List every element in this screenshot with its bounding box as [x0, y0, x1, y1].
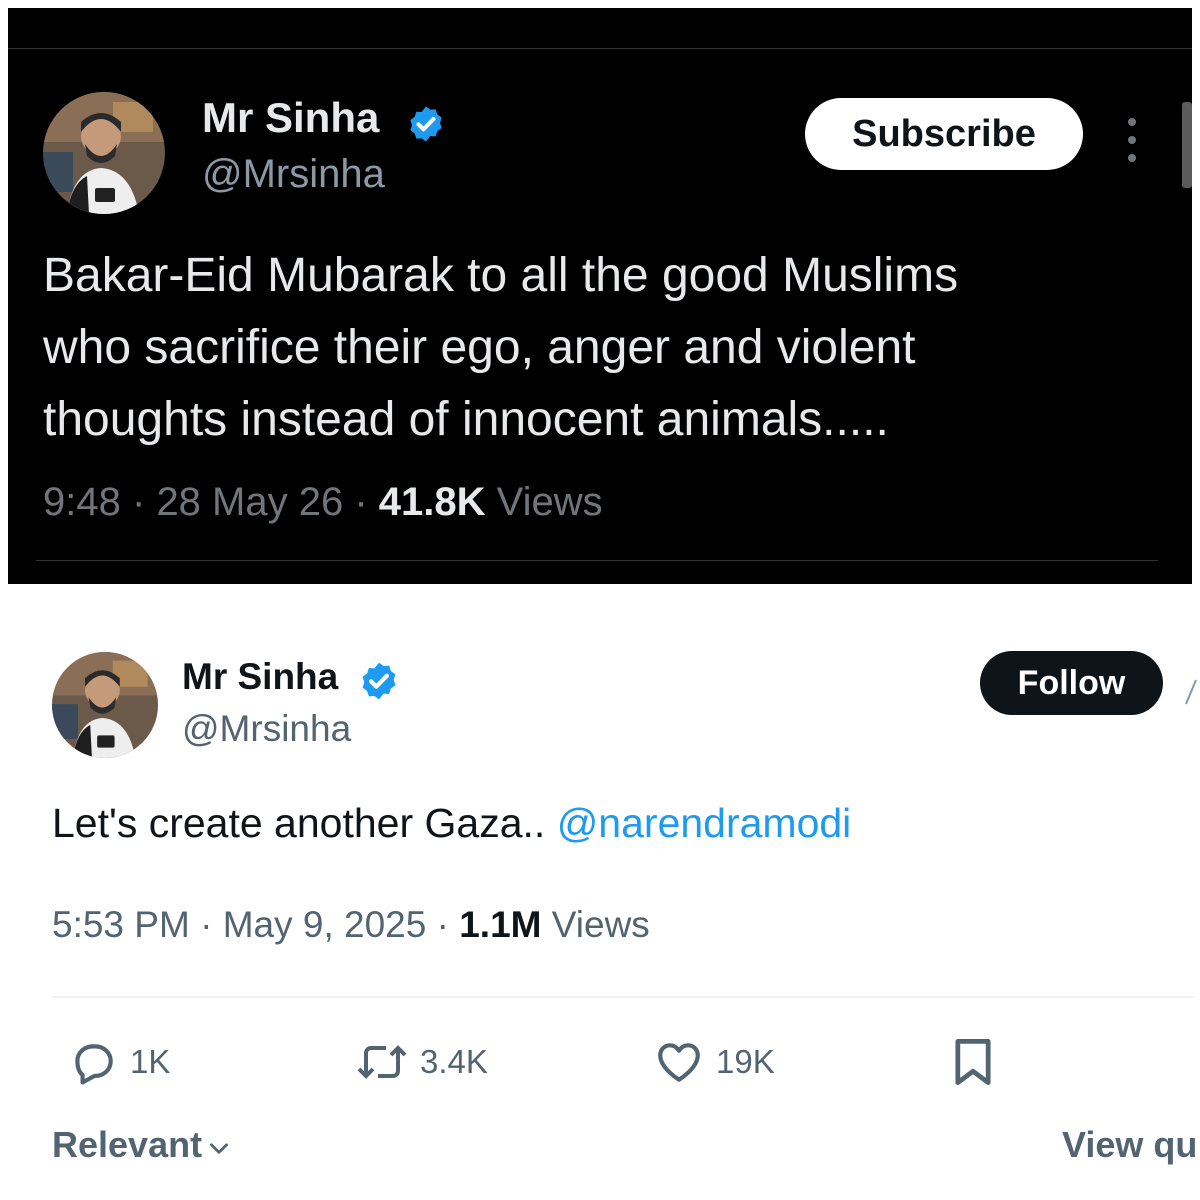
view-quotes-link[interactable]: View qu — [1062, 1124, 1197, 1166]
sort-replies-dropdown[interactable]: Relevant — [52, 1124, 232, 1166]
meta-separator: · — [436, 904, 449, 945]
author-name[interactable]: Mr Sinha — [202, 94, 379, 142]
more-options-icon[interactable] — [1120, 114, 1144, 166]
actions-divider — [52, 996, 1194, 998]
mention-link[interactable]: @narendramodi — [557, 800, 852, 846]
repost-count: 3.4K — [420, 1043, 488, 1080]
like-count: 19K — [716, 1043, 775, 1080]
scrollbar-thumb[interactable] — [1182, 102, 1192, 188]
meta-separator: · — [200, 904, 213, 945]
tweet-text-line: thoughts instead of innocent animals....… — [43, 393, 889, 446]
views-label: Views — [551, 904, 650, 945]
author-handle[interactable]: @Mrsinha — [202, 152, 385, 197]
like-icon — [658, 1043, 700, 1082]
sort-label: Relevant — [52, 1124, 203, 1165]
tweet-body: Let's create another Gaza.. — [52, 800, 546, 846]
dark-tweet-card: Mr Sinha @Mrsinha Subscribe Bakar-Eid Mu… — [8, 8, 1192, 584]
reply-button[interactable]: 1K — [68, 1036, 170, 1088]
views-count[interactable]: 41.8K — [379, 480, 486, 524]
bookmark-button[interactable] — [950, 1036, 996, 1088]
tweet-text: Let's create another Gaza.. @narendramod… — [52, 800, 851, 847]
meta-separator: · — [131, 480, 146, 524]
verified-badge-icon — [362, 662, 396, 700]
tweet-text: Bakar-Eid Mubarak to all the good Muslim… — [43, 240, 1163, 456]
grok-icon[interactable] — [1184, 676, 1198, 706]
tweet-time[interactable]: 9:48 — [43, 480, 121, 524]
meta-separator: · — [354, 480, 368, 524]
like-button[interactable]: 19K — [654, 1036, 775, 1088]
verified-badge-icon — [410, 106, 442, 142]
author-name[interactable]: Mr Sinha — [182, 656, 338, 698]
views-label: Views — [496, 480, 603, 524]
tweet-date[interactable]: 28 May 26 — [156, 480, 343, 524]
avatar[interactable] — [43, 92, 165, 214]
tweet-meta: 9:48 · 28 May 26 · 41.8K Views — [43, 480, 603, 525]
chevron-down-icon — [210, 1143, 229, 1154]
avatar-photo — [52, 652, 158, 758]
reply-icon — [75, 1044, 113, 1085]
repost-icon — [357, 1045, 407, 1079]
avatar[interactable] — [52, 652, 158, 758]
tweet-time[interactable]: 5:53 PM — [52, 904, 190, 945]
repost-button[interactable]: 3.4K — [356, 1036, 488, 1088]
tweet-text-line: Bakar-Eid Mubarak to all the good Muslim… — [43, 249, 959, 302]
author-handle[interactable]: @Mrsinha — [182, 708, 351, 750]
bookmark-icon — [955, 1039, 991, 1085]
top-divider — [8, 48, 1192, 49]
subscribe-button[interactable]: Subscribe — [805, 98, 1083, 170]
bottom-divider — [36, 560, 1158, 561]
tweet-date[interactable]: May 9, 2025 — [223, 904, 427, 945]
tweet-text-line: who sacrifice their ego, anger and viole… — [43, 321, 916, 374]
reply-count: 1K — [130, 1043, 171, 1080]
avatar-photo — [43, 92, 165, 214]
follow-button[interactable]: Follow — [980, 651, 1163, 715]
tweet-meta: 5:53 PM · May 9, 2025 · 1.1M Views — [52, 904, 650, 946]
views-count[interactable]: 1.1M — [459, 904, 541, 945]
